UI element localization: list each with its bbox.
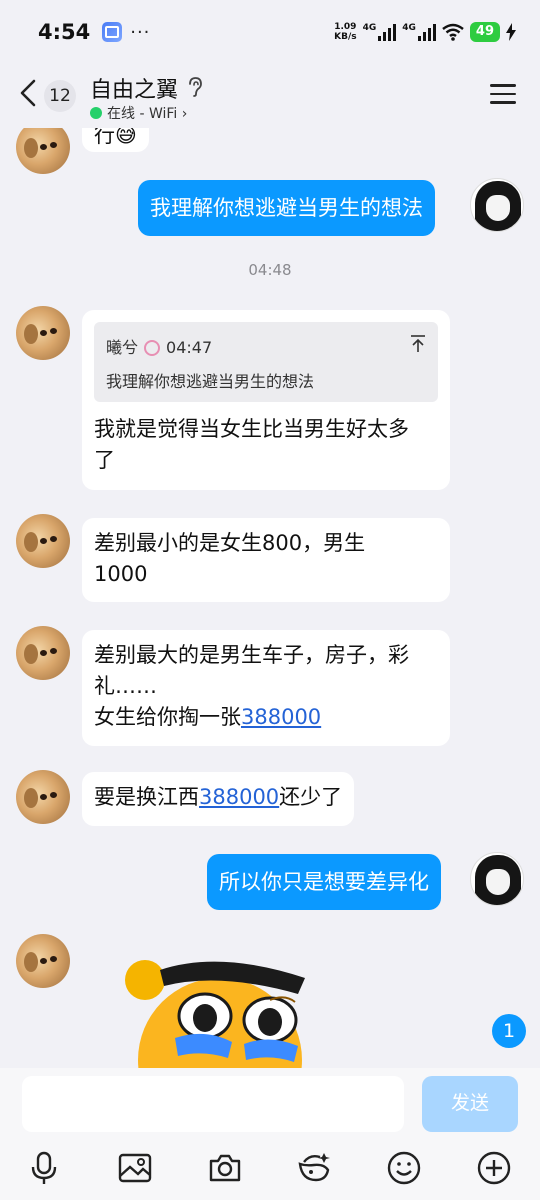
quote-sender: 曦兮 [106,338,139,357]
quote-time: 04:47 [166,338,213,357]
avatar[interactable] [16,306,70,360]
signal-2: 4G [402,23,436,41]
message-text: 了 [94,448,115,472]
avatar[interactable] [470,852,524,906]
lollipop-icon [144,339,161,356]
send-button[interactable]: 发送 [422,1076,518,1132]
message-bubble[interactable]: 要是换江西388000还少了 [82,772,355,826]
microphone-icon[interactable] [26,1150,62,1186]
image-icon[interactable] [117,1150,153,1186]
avatar[interactable] [16,128,70,174]
menu-icon [490,84,516,87]
status-time: 4:54 [38,20,91,44]
net-speed: 1.09 KB/s [334,22,357,42]
quoted-message[interactable]: 曦兮 04:47 我理解你想逃避当男生的想法 [94,322,438,402]
scroll-to-top-icon[interactable] [410,334,426,354]
menu-button[interactable] [490,84,516,106]
avatar[interactable] [470,178,524,232]
input-toolbar [0,1140,540,1200]
timestamp: 04:48 [248,261,292,279]
unread-count-badge[interactable]: 12 [44,80,76,112]
chat-messages[interactable]: 行😅 我理解你想逃避当男生的想法 04:48 曦兮 04:47 我理解你想逃避当… [0,128,540,1068]
message-bubble[interactable]: 差别最大的是男生车子，房子，彩 礼…… 女生给你掏一张388000 [82,630,450,746]
plus-icon[interactable] [476,1150,512,1186]
message-input[interactable] [22,1076,404,1132]
message-bubble[interactable]: 差别最小的是女生800，男生 1000 [82,518,450,602]
message-bubble-self[interactable]: 所以你只是想要差异化 [207,854,441,910]
new-message-badge[interactable]: 1 [492,1014,526,1048]
sticker-crying-emoji[interactable] [120,950,310,1068]
online-status-dot [90,107,102,119]
contact-name[interactable]: 自由之翼 [90,72,178,104]
input-area: 发送 [0,1068,540,1200]
avatar[interactable] [16,770,70,824]
message-bubble-self[interactable]: 我理解你想逃避当男生的想法 [138,180,435,236]
red-packet-icon[interactable] [296,1150,332,1186]
online-status[interactable]: 在线 - WiFi › [107,103,187,123]
battery-indicator: 49 [469,22,500,42]
number-link[interactable]: 388000 [241,705,321,729]
more-notifications-icon: ··· [130,21,151,43]
avatar[interactable] [16,934,70,988]
message-bubble[interactable]: 曦兮 04:47 我理解你想逃避当男生的想法 我就是觉得当女生比当男生好太多 了 [82,310,450,490]
ear-icon[interactable] [186,76,204,98]
app-notification-icon [102,22,123,42]
wifi-icon [442,23,464,41]
number-link[interactable]: 388000 [199,785,279,809]
camera-icon[interactable] [207,1150,243,1186]
message-text: 我就是觉得当女生比当男生好太多 [94,417,409,441]
message-bubble[interactable]: 行😅 [82,128,149,152]
chat-header: 12 自由之翼 在线 - WiFi › [0,64,540,128]
avatar[interactable] [16,626,70,680]
signal-bars-icon [417,23,436,41]
signal-1: 4G [363,23,397,41]
avatar[interactable] [16,514,70,568]
signal-bars-icon [378,23,397,41]
quote-text: 我理解你想逃避当男生的想法 [106,372,315,391]
back-button[interactable] [16,78,40,108]
status-bar: 4:54 ··· 1.09 KB/s 4G 4G 49 [0,0,540,64]
chevron-right-icon: › [181,106,188,122]
emoji-icon[interactable] [386,1150,422,1186]
charging-icon [506,23,516,41]
